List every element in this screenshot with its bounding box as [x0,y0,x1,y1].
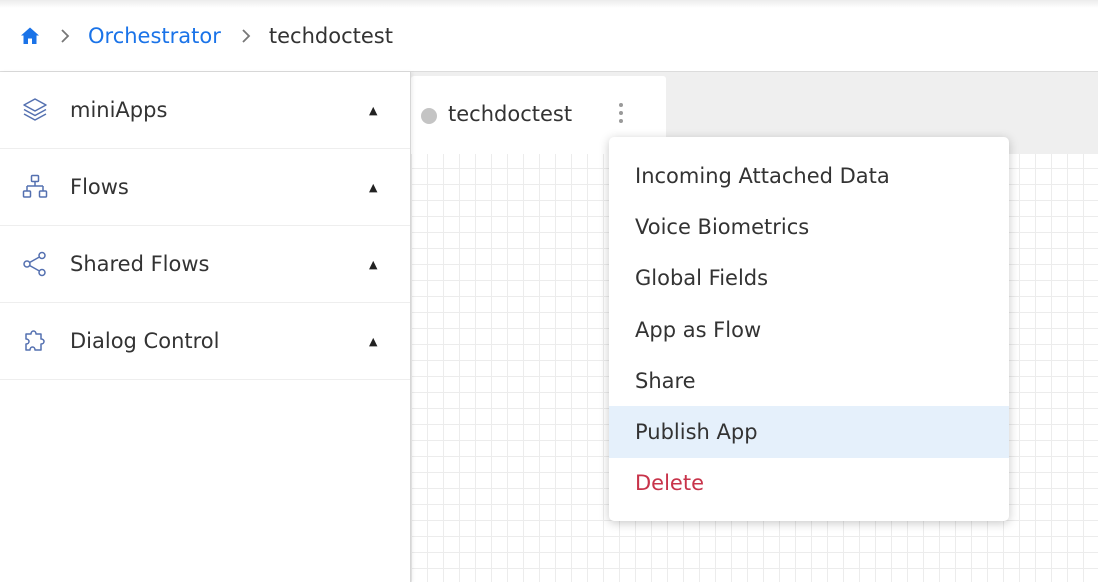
more-options-icon[interactable] [609,98,633,128]
caret-up-icon[interactable]: ▲ [369,181,377,194]
tab-label: techdoctest [448,102,573,126]
status-dot [421,108,437,124]
menu-item-app-as-flow[interactable]: App as Flow [609,304,1009,355]
menu-item-global-fields[interactable]: Global Fields [609,253,1009,304]
sidebar-item-dialog-control[interactable]: Dialog Control ▲ [0,303,410,380]
home-icon[interactable] [20,26,40,46]
share-icon [23,251,46,277]
menu-item-share[interactable]: Share [609,355,1009,406]
sidebar-item-label: Dialog Control [70,329,220,353]
sidebar-item-miniapps[interactable]: miniApps ▲ [0,72,410,149]
kebab-dot [619,103,623,107]
menu-item-delete[interactable]: Delete [609,458,1009,509]
breadcrumb: Orchestrator techdoctest [0,0,1098,72]
sidebar-item-shared-flows[interactable]: Shared Flows ▲ [0,226,410,303]
sidebar-item-label: Shared Flows [70,252,210,276]
chevron-right-icon [242,28,251,43]
breadcrumb-orchestrator-link[interactable]: Orchestrator [88,24,221,48]
caret-up-icon[interactable]: ▲ [369,258,377,271]
menu-item-voice-biometrics[interactable]: Voice Biometrics [609,201,1009,252]
kebab-dot [619,119,623,123]
menu-item-publish-app[interactable]: Publish App [609,406,1009,458]
sidebar-item-flows[interactable]: Flows ▲ [0,149,410,226]
menu-item-incoming-attached-data[interactable]: Incoming Attached Data [609,150,1009,201]
context-menu: Incoming Attached Data Voice Biometrics … [609,137,1009,521]
breadcrumb-current: techdoctest [268,23,393,48]
sidebar-item-label: miniApps [70,98,168,122]
sidebar: miniApps ▲ Flows ▲ Shared Flows ▲ Dialog… [0,72,411,582]
layers-icon [23,98,47,121]
chevron-right-icon [61,28,70,43]
sidebar-item-label: Flows [70,175,129,199]
puzzle-icon [25,330,45,351]
flow-tree-icon [22,174,48,198]
caret-up-icon[interactable]: ▲ [369,104,377,117]
caret-up-icon[interactable]: ▲ [369,335,377,348]
kebab-dot [619,111,623,115]
